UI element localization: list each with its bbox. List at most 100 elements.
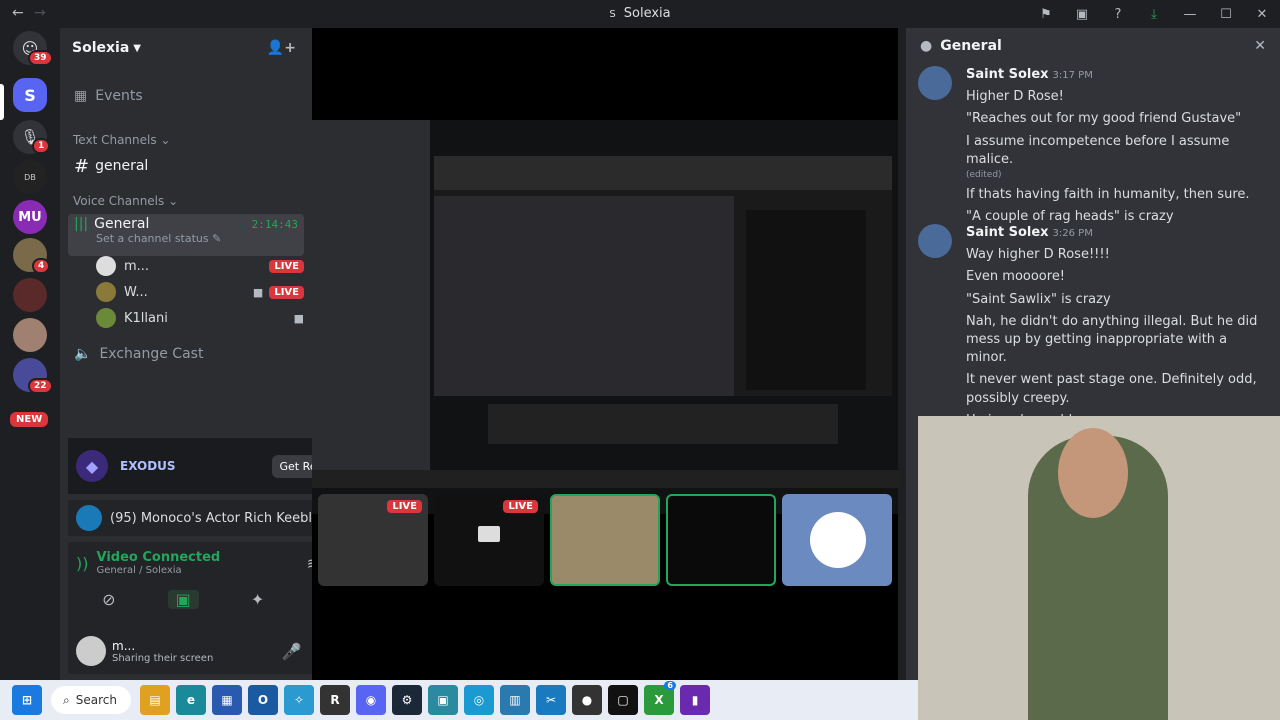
avatar	[96, 308, 116, 328]
server-icon[interactable]	[13, 278, 47, 312]
edge-browser-icon	[76, 505, 102, 531]
channel-status[interactable]: Set a channel status ✎	[96, 232, 221, 245]
minimize-icon[interactable]: —	[1172, 0, 1208, 28]
message-group: Saint Solex 3:26 PM Way higher D Rose!!!!…	[966, 224, 1266, 434]
voice-user[interactable]: W... ■ LIVE	[96, 280, 304, 304]
app-icon[interactable]: ▢	[608, 685, 638, 715]
r-app-icon[interactable]: R	[320, 685, 350, 715]
download-icon[interactable]: ⤓	[1136, 0, 1172, 28]
nested-playlist	[746, 210, 866, 390]
nested-taskbar	[312, 470, 898, 488]
steam-badge: 6	[664, 681, 676, 690]
voice-bars-icon: |||	[74, 216, 89, 232]
channel-general[interactable]: # general	[68, 154, 304, 178]
taskbar-search[interactable]: ⌕ Search	[51, 686, 131, 714]
message: Way higher D Rose!!!!	[966, 247, 1110, 263]
close-icon[interactable]: ✕	[1244, 0, 1280, 28]
message: "Saint Sawlix" is crazy	[966, 291, 1111, 307]
nested-video	[434, 196, 734, 396]
discord-icon[interactable]: ◉	[356, 685, 386, 715]
steam-icon[interactable]: ⚙	[392, 685, 422, 715]
obs-icon[interactable]: ●	[572, 685, 602, 715]
add-friend-icon[interactable]: 👤+	[267, 40, 296, 56]
snipping-tool-icon[interactable]: ✂	[536, 685, 566, 715]
server-solexia-icon[interactable]: S	[13, 78, 47, 112]
server-icon[interactable]	[13, 318, 47, 352]
user-status: Sharing their screen	[112, 652, 214, 664]
microphone-icon[interactable]: 🎤	[282, 642, 302, 661]
stream-stage[interactable]: LIVE LIVE	[312, 28, 898, 680]
voice-user[interactable]: m... LIVE	[96, 254, 304, 278]
server-header[interactable]: Solexia ▼ 👤+	[60, 28, 312, 68]
calendar-icon: ▦	[74, 88, 88, 104]
camera-off-icon[interactable]: ⊘	[102, 590, 115, 609]
help-icon[interactable]: ?	[1100, 0, 1136, 28]
video-tile[interactable]	[550, 494, 660, 586]
signal-icon: ))	[76, 553, 89, 573]
avatar[interactable]	[76, 636, 106, 666]
timestamp: 3:26 PM	[1052, 228, 1093, 239]
edge-icon[interactable]: e	[176, 685, 206, 715]
stream-tile[interactable]: LIVE	[318, 494, 428, 586]
server-badge: 22	[28, 378, 53, 394]
message: Nah, he didn't do anything illegal. But …	[966, 313, 1258, 366]
timestamp: 3:17 PM	[1052, 70, 1093, 81]
inbox-icon[interactable]: ▣	[1064, 0, 1100, 28]
windows-start-icon[interactable]: ⊞	[12, 685, 42, 715]
flag-icon[interactable]: ⚑	[1028, 0, 1064, 28]
camera-icon: ■	[252, 285, 264, 299]
xbox-icon[interactable]: X 6	[644, 681, 676, 715]
edited-label: (edited)	[966, 169, 1002, 180]
author[interactable]: Saint Solex	[966, 67, 1049, 82]
app-icon[interactable]: ▮	[680, 685, 710, 715]
search-icon: ⌕	[63, 692, 70, 707]
server-icon[interactable]: DB	[13, 160, 47, 194]
hash-icon: #	[74, 155, 90, 177]
nested-browser-toolbar	[434, 156, 892, 190]
voice-timer: 2:14:43	[251, 217, 298, 231]
file-explorer-icon[interactable]: ▤	[140, 685, 170, 715]
category-text[interactable]: Text Channels ⌄	[73, 133, 170, 147]
app-icon[interactable]: ✧	[284, 685, 314, 715]
activities-icon[interactable]: ✦	[251, 590, 264, 609]
avatar	[96, 282, 116, 302]
voice-channel-exchange[interactable]: 🔈 Exchange Cast	[68, 342, 304, 366]
app-icon[interactable]: ◎	[464, 685, 494, 715]
maximize-icon[interactable]: ☐	[1208, 0, 1244, 28]
video-tile[interactable]	[666, 494, 776, 586]
app-icon[interactable]: ▣	[428, 685, 458, 715]
server-mu-icon[interactable]: MU	[13, 200, 47, 234]
events-item[interactable]: ▦ Events	[68, 82, 304, 110]
chevron-down-icon: ▼	[133, 42, 141, 54]
live-badge: LIVE	[269, 259, 304, 273]
message: "Reaches out for my good friend Gustave"	[966, 111, 1242, 127]
voice-user[interactable]: K1llani ■	[96, 306, 304, 330]
message: It never went past stage one. Definitely…	[966, 372, 1257, 406]
avatar[interactable]	[918, 66, 952, 100]
store-icon[interactable]: ▦	[212, 685, 242, 715]
speaker-icon: 🔈	[74, 346, 92, 362]
avatar	[810, 512, 866, 568]
live-badge: LIVE	[269, 285, 304, 299]
outlook-icon[interactable]: O	[248, 685, 278, 715]
server-name: Solexia	[72, 40, 130, 56]
new-badge: NEW	[8, 410, 51, 429]
avatar[interactable]	[918, 224, 952, 258]
close-chat-icon[interactable]: ✕	[1254, 38, 1266, 54]
channel-sidebar: Solexia ▼ 👤+ ▦ Events Text Channels ⌄ # …	[60, 28, 364, 680]
notepad-icon[interactable]: ▥	[500, 685, 530, 715]
avatar-tile[interactable]	[782, 494, 892, 586]
username: m...	[112, 638, 136, 653]
voice-channel-general[interactable]: ||| General 2:14:43 Set a channel status…	[68, 214, 304, 256]
screen-share-icon[interactable]: ▣	[167, 590, 199, 609]
avatar	[96, 256, 116, 276]
promo-brand: EXODUS	[120, 459, 176, 473]
category-voice[interactable]: Voice Channels ⌄	[73, 194, 178, 208]
stream-tile[interactable]: LIVE	[434, 494, 544, 586]
nested-sidebar	[312, 120, 430, 470]
voice-status-subtitle: General / Solexia	[96, 565, 182, 576]
server-badge: 4	[32, 258, 51, 274]
author[interactable]: Saint Solex	[966, 225, 1049, 240]
message-group: Saint Solex 3:17 PM Higher D Rose! "Reach…	[966, 66, 1266, 230]
live-badge: LIVE	[387, 500, 422, 513]
